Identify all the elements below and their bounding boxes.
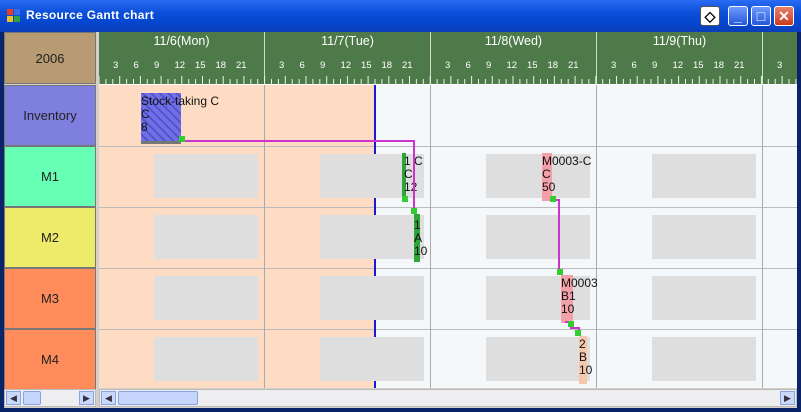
- day-label: 11/9(Thu): [652, 34, 707, 48]
- link-handle[interactable]: [568, 321, 574, 327]
- hour-ruler: [99, 76, 797, 84]
- hour-tick-label: 21: [568, 60, 579, 71]
- row-header-inventory: Inventory: [4, 85, 96, 146]
- hour-tick-label: 9: [652, 60, 658, 71]
- hour-tick-label: 3: [445, 60, 451, 71]
- hour-tick-label: 12: [340, 60, 352, 71]
- scroll-left-button[interactable]: ◀: [101, 391, 116, 405]
- hour-tick-label: 21: [734, 60, 745, 71]
- gantt-grid[interactable]: 11/6(Mon) 3 6 9 12 15 18 21 11/7(Tue) 3 6 9 12 15 18 21…: [99, 32, 797, 388]
- hour-tick-label: 12: [672, 60, 684, 71]
- hour-tick-label: 6: [133, 60, 139, 71]
- scroll-thumb[interactable]: [118, 391, 198, 405]
- row-header-m4: M4: [4, 329, 96, 390]
- hour-tick-label: 21: [402, 60, 413, 71]
- link-handle[interactable]: [179, 136, 185, 142]
- day-label: 11/7(Tue): [321, 34, 374, 48]
- scroll-right-button[interactable]: ▶: [780, 391, 795, 405]
- hour-tick-label: 3: [113, 60, 119, 71]
- link-handle[interactable]: [411, 208, 417, 214]
- hour-tick-label: 18: [215, 60, 227, 71]
- horizontal-scrollbar[interactable]: ◀ ▶: [99, 389, 797, 407]
- app-window: Resource Gantt chart ◇ _ □ ✕ 2006 Invent…: [0, 0, 801, 412]
- gantt-body: Stock-taking CC8 1 C C 12 M0003-C C 50 1 A 10 …: [99, 85, 797, 388]
- hour-tick-label: 12: [174, 60, 186, 71]
- hour-tick-label: 3: [279, 60, 285, 71]
- hour-tick-label: 12: [506, 60, 518, 71]
- day-label: 11/8(Wed): [484, 34, 543, 48]
- hour-tick-label: 15: [361, 60, 372, 71]
- hour-tick-label: 6: [631, 60, 637, 71]
- diamond-icon[interactable]: ◇: [700, 6, 720, 26]
- day-label: 11/6(Mon): [153, 34, 210, 48]
- hour-tick-label: 6: [299, 60, 305, 71]
- hour-tick-label: 15: [527, 60, 538, 71]
- maximize-button[interactable]: □: [751, 6, 771, 26]
- window-title: Resource Gantt chart: [26, 8, 155, 22]
- client-area: 2006 Inventory M1 M2 M3 M4 11/6(Mon) 3 6 9 12 15 1…: [4, 32, 797, 408]
- dependency-links: [181, 140, 580, 336]
- link-handle[interactable]: [557, 269, 563, 275]
- hour-tick-label: 9: [486, 60, 492, 71]
- scroll-left-button[interactable]: ◀: [6, 391, 21, 405]
- row-header-m1: M1: [4, 146, 96, 207]
- minimize-button[interactable]: _: [728, 6, 748, 26]
- scroll-thumb[interactable]: [23, 391, 41, 405]
- hour-tick-label: 9: [154, 60, 160, 71]
- hour-tick-label: 18: [381, 60, 393, 71]
- app-icon: [7, 9, 21, 23]
- hour-tick-label: 3: [611, 60, 617, 71]
- hour-tick-label: 15: [693, 60, 704, 71]
- hour-tick-label: 18: [713, 60, 725, 71]
- link-handle[interactable]: [575, 330, 581, 336]
- hour-tick-label: 9: [320, 60, 326, 71]
- title-bar: Resource Gantt chart ◇ _ □ ✕: [0, 0, 801, 32]
- hour-tick-label: 6: [465, 60, 471, 71]
- hour-tick-label: 21: [236, 60, 247, 71]
- row-header-m3: M3: [4, 268, 96, 329]
- hour-tick-label: 3: [777, 60, 783, 71]
- year-header: 2006: [4, 32, 96, 84]
- row-header-m2: M2: [4, 207, 96, 268]
- hour-tick-label: 15: [195, 60, 206, 71]
- link-handle[interactable]: [550, 196, 556, 202]
- link-handle[interactable]: [402, 196, 408, 202]
- date-header: 11/6(Mon) 3 6 9 12 15 18 21 11/7(Tue) 3 6 9 12 15 18 21…: [99, 32, 797, 84]
- hour-tick-label: 18: [547, 60, 559, 71]
- scroll-right-button[interactable]: ▶: [79, 391, 94, 405]
- left-scrollbar[interactable]: ◀ ▶: [4, 389, 96, 407]
- close-button[interactable]: ✕: [774, 6, 794, 26]
